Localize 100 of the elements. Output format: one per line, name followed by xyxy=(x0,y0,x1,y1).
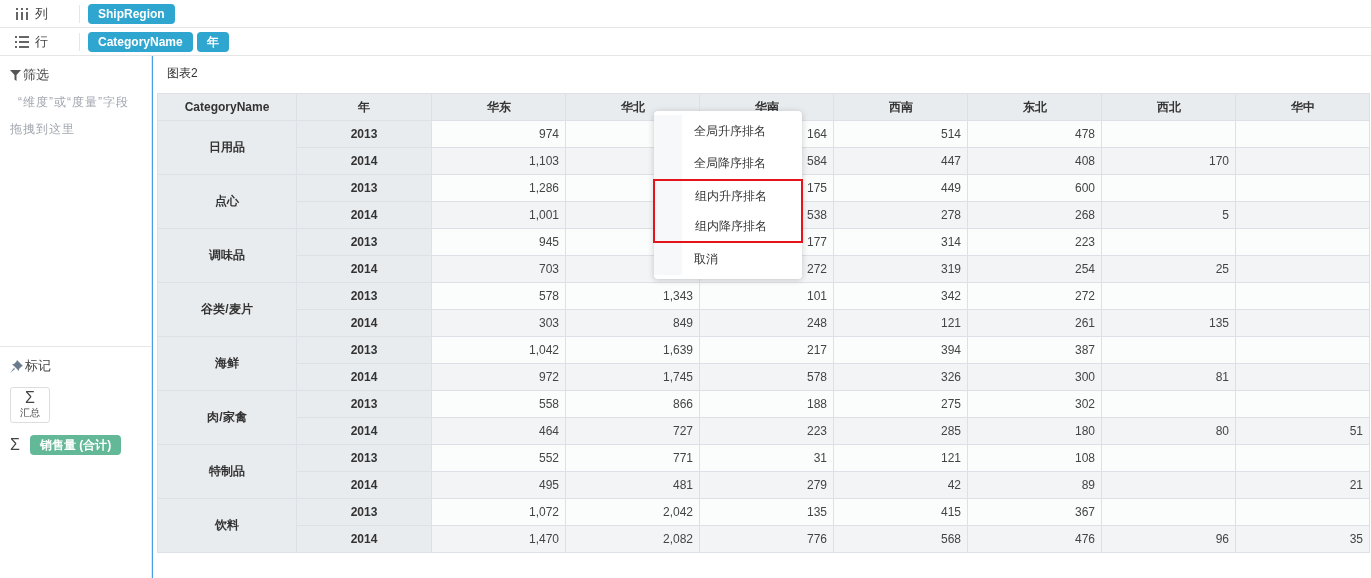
shelf-label: 行 xyxy=(35,32,48,51)
table-cell: 326 xyxy=(833,363,968,391)
row-header: 2013 xyxy=(296,228,432,256)
table-cell: 121 xyxy=(833,309,968,337)
column-header[interactable]: 西南 xyxy=(833,93,968,121)
table-cell: 108 xyxy=(967,444,1102,472)
table-cell: 866 xyxy=(565,390,700,418)
table-cell: 387 xyxy=(967,336,1102,364)
table-cell: 2,042 xyxy=(565,498,700,526)
sigma-icon: Σ xyxy=(10,437,20,453)
table-cell: 314 xyxy=(833,228,968,256)
row-header: 日用品 xyxy=(157,120,297,175)
table-cell: 319 xyxy=(833,255,968,283)
table-cell: 464 xyxy=(431,417,566,445)
table-cell: 278 xyxy=(833,201,968,229)
table-cell: 101 xyxy=(699,282,834,310)
table-cell: 1,286 xyxy=(431,174,566,202)
table-cell: 248 xyxy=(699,309,834,337)
row-header: 点心 xyxy=(157,174,297,229)
table-cell: 188 xyxy=(699,390,834,418)
shelf-label: 列 xyxy=(35,4,48,23)
column-header[interactable]: 华中 xyxy=(1235,93,1370,121)
table-cell: 35 xyxy=(1235,525,1370,553)
table-cell: 552 xyxy=(431,444,566,472)
table-cell: 415 xyxy=(833,498,968,526)
section-title: 筛选 xyxy=(23,66,49,84)
table-cell: 342 xyxy=(833,282,968,310)
table-cell: 558 xyxy=(431,390,566,418)
table-cell: 300 xyxy=(967,363,1102,391)
filter-icon xyxy=(10,69,21,81)
table-cell: 1,470 xyxy=(431,525,566,553)
row-header: 饮料 xyxy=(157,498,297,553)
chart-title: 图表2 xyxy=(166,65,199,82)
table-cell: 727 xyxy=(565,417,700,445)
table-cell: 21 xyxy=(1235,471,1370,499)
column-header[interactable]: 年 xyxy=(296,93,432,121)
table-cell: 303 xyxy=(431,309,566,337)
table-cell: 703 xyxy=(431,255,566,283)
row-header: 2014 xyxy=(296,417,432,445)
table-cell: 89 xyxy=(967,471,1102,499)
list-icon xyxy=(15,35,29,48)
table-cell: 849 xyxy=(565,309,700,337)
table-cell: 945 xyxy=(431,228,566,256)
table-cell: 275 xyxy=(833,390,968,418)
column-header[interactable]: CategoryName xyxy=(157,93,297,121)
table-cell: 972 xyxy=(431,363,566,391)
table-cell: 394 xyxy=(833,336,968,364)
row-header: 2014 xyxy=(296,255,432,283)
row-header: 2014 xyxy=(296,309,432,337)
table-cell: 1,343 xyxy=(565,282,700,310)
row-header: 调味品 xyxy=(157,228,297,283)
table-cell: 81 xyxy=(1101,363,1236,391)
table-cell: 254 xyxy=(967,255,1102,283)
table-cell: 31 xyxy=(699,444,834,472)
table-cell: 408 xyxy=(967,147,1102,175)
table-cell: 135 xyxy=(1101,309,1236,337)
table-cell: 170 xyxy=(1101,147,1236,175)
table-cell: 1,745 xyxy=(565,363,700,391)
columns-icon xyxy=(15,7,29,20)
table-cell: 217 xyxy=(699,336,834,364)
table-cell: 447 xyxy=(833,147,968,175)
table-cell: 80 xyxy=(1101,417,1236,445)
row-header: 2013 xyxy=(296,336,432,364)
table-cell: 771 xyxy=(565,444,700,472)
table-cell: 223 xyxy=(699,417,834,445)
column-header[interactable]: 东北 xyxy=(967,93,1102,121)
table-cell: 180 xyxy=(967,417,1102,445)
table-cell: 2,082 xyxy=(565,525,700,553)
row-header: 肉/家禽 xyxy=(157,390,297,445)
table-cell: 1,103 xyxy=(431,147,566,175)
row-header: 2013 xyxy=(296,120,432,148)
row-header: 2014 xyxy=(296,525,432,553)
table-cell: 449 xyxy=(833,174,968,202)
table-cell: 1,042 xyxy=(431,336,566,364)
row-header: 2014 xyxy=(296,363,432,391)
pin-icon xyxy=(10,359,23,373)
table-cell: 974 xyxy=(431,120,566,148)
column-header[interactable]: 西北 xyxy=(1101,93,1236,121)
table-cell: 223 xyxy=(967,228,1102,256)
section-title: 标记 xyxy=(25,357,51,375)
table-cell: 42 xyxy=(833,471,968,499)
summary-button[interactable]: Σ 汇总 xyxy=(10,387,50,423)
table-cell: 261 xyxy=(967,309,1102,337)
table-cell: 578 xyxy=(699,363,834,391)
table-cell: 121 xyxy=(833,444,968,472)
table-cell: 5 xyxy=(1101,201,1236,229)
table-cell: 514 xyxy=(833,120,968,148)
table-cell: 481 xyxy=(565,471,700,499)
table-cell: 1,072 xyxy=(431,498,566,526)
table-cell: 25 xyxy=(1101,255,1236,283)
column-header[interactable]: 华东 xyxy=(431,93,566,121)
table-cell: 600 xyxy=(967,174,1102,202)
table-cell: 51 xyxy=(1235,417,1370,445)
row-header: 2014 xyxy=(296,471,432,499)
table-cell: 578 xyxy=(431,282,566,310)
table-cell: 367 xyxy=(967,498,1102,526)
row-header: 2014 xyxy=(296,201,432,229)
row-header: 谷类/麦片 xyxy=(157,282,297,337)
table-cell: 96 xyxy=(1101,525,1236,553)
table-cell: 1,639 xyxy=(565,336,700,364)
